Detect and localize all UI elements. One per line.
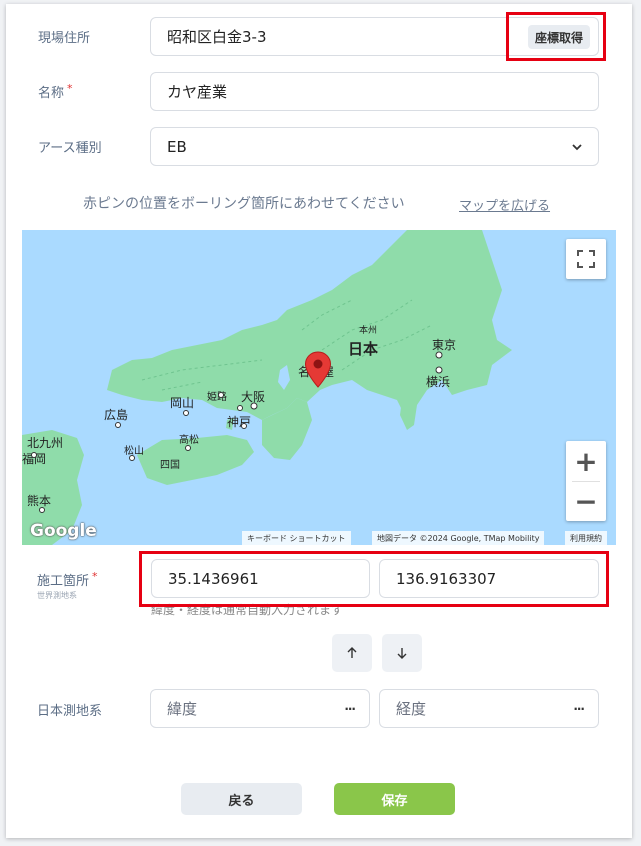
- location-pin-icon[interactable]: [304, 351, 332, 389]
- construction-label: 施工箇所 *: [37, 570, 98, 589]
- map-view[interactable]: 日本 本州 東京 横浜 名古屋 大阪 神戸 姫路 岡山 広島 高松 松山 四国 …: [22, 230, 616, 545]
- required-mark: *: [92, 570, 98, 583]
- arrow-down-button[interactable]: [382, 634, 422, 672]
- highlight-box-coordinates: [139, 551, 609, 607]
- back-button[interactable]: 戻る: [181, 783, 302, 815]
- fullscreen-icon: [577, 250, 595, 268]
- arrow-up-button[interactable]: [332, 634, 372, 672]
- fullscreen-button[interactable]: [566, 239, 606, 279]
- more-icon[interactable]: ···: [573, 702, 585, 716]
- japan-datum-lng-input[interactable]: 経度 ···: [379, 689, 599, 728]
- site-address-value: 昭和区白金3-3: [167, 28, 267, 46]
- zoom-control: + −: [566, 441, 606, 521]
- arrow-down-icon: [397, 648, 407, 659]
- keyboard-shortcuts-link[interactable]: キーボード ショートカット: [242, 531, 351, 545]
- zoom-out-button[interactable]: −: [566, 482, 606, 521]
- more-icon[interactable]: ···: [344, 702, 356, 716]
- google-logo[interactable]: Google: [30, 521, 97, 541]
- map-data-attribution: 地図データ ©2024 Google, TMap Mobility: [372, 531, 545, 545]
- japan-datum-label: 日本測地系: [37, 704, 103, 719]
- save-button[interactable]: 保存: [334, 783, 455, 815]
- arrow-up-icon: [347, 647, 357, 658]
- expand-map-link[interactable]: マップを広げる: [459, 195, 550, 214]
- name-input[interactable]: カヤ産業: [150, 72, 599, 111]
- earth-type-label: アース種別: [38, 141, 102, 156]
- japan-datum-lng-placeholder: 経度: [396, 700, 427, 718]
- world-geodetic-sublabel: 世界測地系: [37, 591, 77, 600]
- map-hint-text: 赤ピンの位置をボーリング箇所にあわせてください: [83, 196, 405, 212]
- site-address-label: 現場住所: [38, 31, 91, 46]
- terms-link[interactable]: 利用規約: [565, 531, 607, 545]
- japan-datum-lat-input[interactable]: 緯度 ···: [150, 689, 370, 728]
- name-label-text: 名称: [38, 86, 65, 101]
- chevron-down-icon: [572, 144, 582, 151]
- construction-label-text: 施工箇所: [37, 574, 90, 589]
- earth-type-select[interactable]: EB: [150, 127, 599, 166]
- required-mark: *: [67, 82, 73, 95]
- japan-datum-lat-placeholder: 緯度: [167, 700, 198, 718]
- name-value: カヤ産業: [167, 83, 228, 101]
- earth-type-value: EB: [167, 137, 187, 156]
- name-label: 名称 *: [38, 82, 73, 101]
- highlight-box-geo-button: [506, 12, 606, 61]
- zoom-in-button[interactable]: +: [566, 441, 606, 481]
